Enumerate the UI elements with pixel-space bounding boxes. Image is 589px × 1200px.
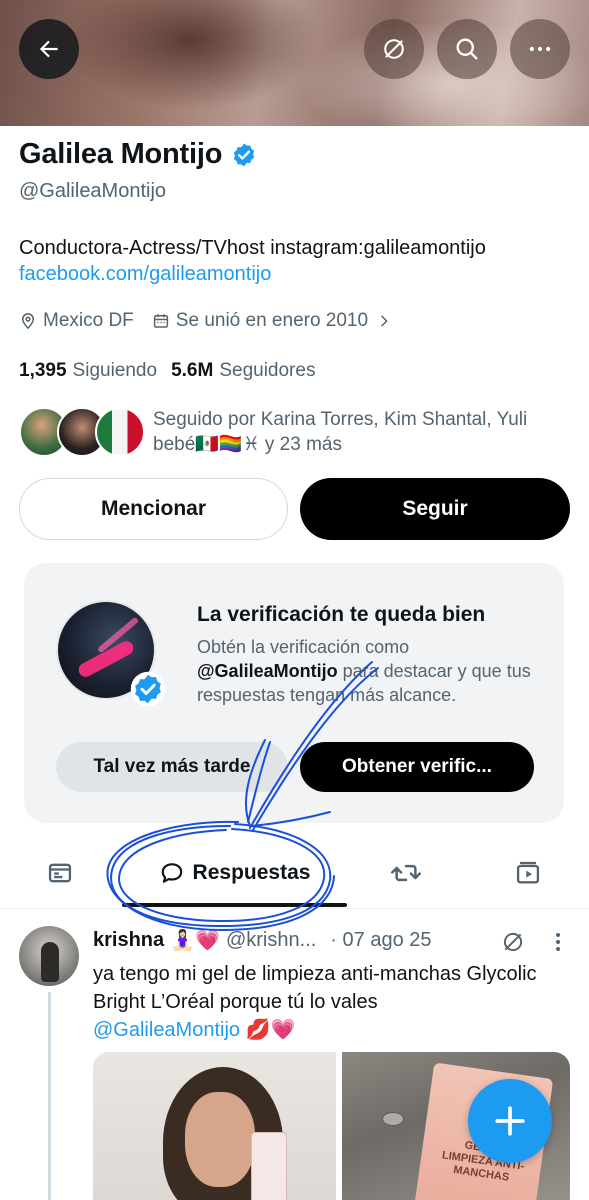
follow-button[interactable]: Seguir: [300, 478, 570, 540]
location: Mexico DF: [19, 310, 134, 332]
post-mention[interactable]: @GalileaMontijo: [93, 1019, 240, 1041]
tab-posts[interactable]: [30, 845, 90, 901]
posts-icon: [48, 863, 72, 883]
more-vertical-icon: [556, 933, 560, 951]
location-text: Mexico DF: [43, 310, 134, 331]
post-trailing-emojis: 💋💗: [245, 1019, 296, 1041]
profile-name-row: Galilea Montijo: [19, 138, 257, 171]
followed-by-text: Seguido por Karina Torres, Kim Shantal, …: [153, 409, 528, 455]
followed-by[interactable]: Seguido por Karina Torres, Kim Shantal, …: [19, 405, 527, 459]
following-label: Siguiendo: [72, 360, 158, 381]
avatar: [95, 407, 145, 457]
grok-button[interactable]: [364, 19, 424, 79]
profile-handle: @GalileaMontijo: [19, 180, 167, 202]
banner-shape: [60, 0, 320, 110]
profile-meta: Mexico DF Se unió en enero 2010: [19, 310, 416, 332]
maybe-later-button[interactable]: Tal vez más tarde: [56, 742, 288, 792]
verification-card: La verificación te queda bien Obtén la v…: [24, 563, 564, 823]
card-body-handle: @GalileaMontijo: [197, 661, 338, 681]
thread-line: [48, 992, 51, 1200]
post-grok-button[interactable]: [500, 929, 526, 960]
image-shape: [251, 1132, 287, 1200]
speech-bubble-icon: [161, 863, 182, 883]
grok-icon: [503, 932, 523, 952]
search-button[interactable]: [437, 19, 497, 79]
tab-reposts[interactable]: [376, 845, 436, 901]
bio-link[interactable]: facebook.com/galileamontijo: [19, 261, 486, 287]
post-avatar[interactable]: [19, 926, 79, 986]
chevron-right-icon: [381, 315, 388, 327]
post-author-emojis: 🧘🏻‍♀️💗: [170, 930, 220, 952]
followers-count: 5.6M: [171, 360, 214, 381]
search-icon: [456, 38, 478, 60]
image-shape: [185, 1092, 255, 1187]
divider: [0, 908, 589, 909]
compose-button[interactable]: [468, 1079, 552, 1163]
media-icon: [516, 861, 540, 884]
card-body-prefix: Obtén la verificación como: [197, 637, 410, 657]
post-author[interactable]: krishna: [93, 929, 164, 952]
profile-tabs: Respuestas: [0, 845, 589, 905]
tab-replies[interactable]: Respuestas: [122, 845, 347, 901]
following-count: 1,395: [19, 360, 67, 381]
image-shape: [382, 1112, 404, 1126]
join-date[interactable]: Se unió en enero 2010: [152, 310, 398, 332]
profile-stats: 1,395 Siguiendo 5.6M Seguidores: [19, 360, 329, 382]
plus-icon: [495, 1106, 525, 1136]
get-verified-button[interactable]: Obtener verific...: [300, 742, 534, 792]
verified-badge-icon[interactable]: [231, 142, 257, 168]
follower-avatars: [19, 405, 149, 459]
grok-icon: [384, 39, 404, 59]
mention-button[interactable]: Mencionar: [19, 478, 288, 540]
join-date-text: Se unió en enero 2010: [175, 310, 369, 331]
followers-label: Seguidores: [219, 360, 316, 381]
post-image-1[interactable]: [93, 1052, 336, 1200]
post-header: krishna 🧘🏻‍♀️💗 @krishn... · 07 ago 25: [93, 928, 432, 953]
card-body: Obtén la verificación como @GalileaMonti…: [197, 635, 547, 707]
location-pin-icon: [21, 313, 35, 330]
bio-text: Conductora-Actress/TVhost instagram:gali…: [19, 237, 486, 259]
arrow-left-icon: [39, 40, 58, 58]
card-title: La verificación te queda bien: [197, 603, 486, 626]
post-date[interactable]: · 07 ago 25: [330, 929, 431, 952]
back-button[interactable]: [19, 19, 79, 79]
profile-name: Galilea Montijo: [19, 138, 223, 170]
repost-icon: [391, 864, 421, 882]
post-text: ya tengo mi gel de limpieza anti-manchas…: [93, 960, 563, 1044]
post-handle[interactable]: @krishn...: [226, 929, 316, 952]
post-body: ya tengo mi gel de limpieza anti-manchas…: [93, 963, 537, 1013]
more-horizontal-icon: [529, 46, 551, 52]
more-button[interactable]: [510, 19, 570, 79]
followers-stat[interactable]: 5.6M Seguidores: [171, 360, 315, 382]
following-stat[interactable]: 1,395 Siguiendo: [19, 360, 157, 382]
profile-bio: Conductora-Actress/TVhost instagram:gali…: [19, 235, 486, 287]
verified-badge-icon: [130, 671, 166, 707]
avatar-figure: [41, 942, 59, 982]
tab-replies-label: Respuestas: [192, 861, 311, 884]
post-more-button[interactable]: [548, 930, 568, 959]
profile-banner[interactable]: [0, 0, 589, 126]
calendar-icon: [153, 314, 168, 328]
active-tab-indicator: [122, 903, 347, 907]
tab-media[interactable]: [498, 845, 558, 901]
